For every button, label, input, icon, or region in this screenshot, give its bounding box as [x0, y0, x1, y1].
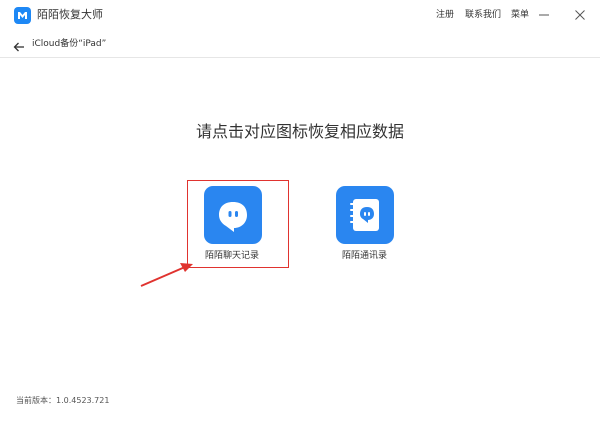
annotation-arrow-icon — [140, 263, 193, 287]
contacts-option[interactable]: 陌陌通讯录 — [336, 186, 406, 266]
breadcrumb: iCloud备份“iPad” — [32, 39, 107, 49]
version-info: 当前版本：1.0.4523.721 — [16, 395, 109, 406]
minimize-icon — [539, 14, 549, 16]
app-logo-icon — [14, 7, 31, 24]
app-title: 陌陌恢复大师 — [37, 8, 103, 21]
menu-link[interactable]: 菜单 — [511, 9, 529, 21]
back-arrow-icon[interactable] — [13, 38, 25, 52]
title-bar: 陌陌恢复大师 注册 联系我们 菜单 — [0, 0, 600, 31]
close-button[interactable] — [571, 6, 589, 24]
page-heading: 请点击对应图标恢复相应数据 — [195, 122, 404, 141]
close-icon — [575, 10, 585, 20]
contact-us-link[interactable]: 联系我们 — [465, 9, 501, 21]
contacts-label: 陌陌通讯录 — [342, 251, 388, 261]
version-label: 当前版本： — [16, 396, 56, 405]
register-link[interactable]: 注册 — [436, 9, 454, 21]
minimize-button[interactable] — [535, 6, 553, 24]
contact-book-icon[interactable] — [336, 186, 394, 244]
highlight-frame — [187, 180, 289, 268]
version-number: 1.0.4523.721 — [56, 396, 110, 405]
sub-header: iCloud备份“iPad” — [0, 31, 600, 58]
